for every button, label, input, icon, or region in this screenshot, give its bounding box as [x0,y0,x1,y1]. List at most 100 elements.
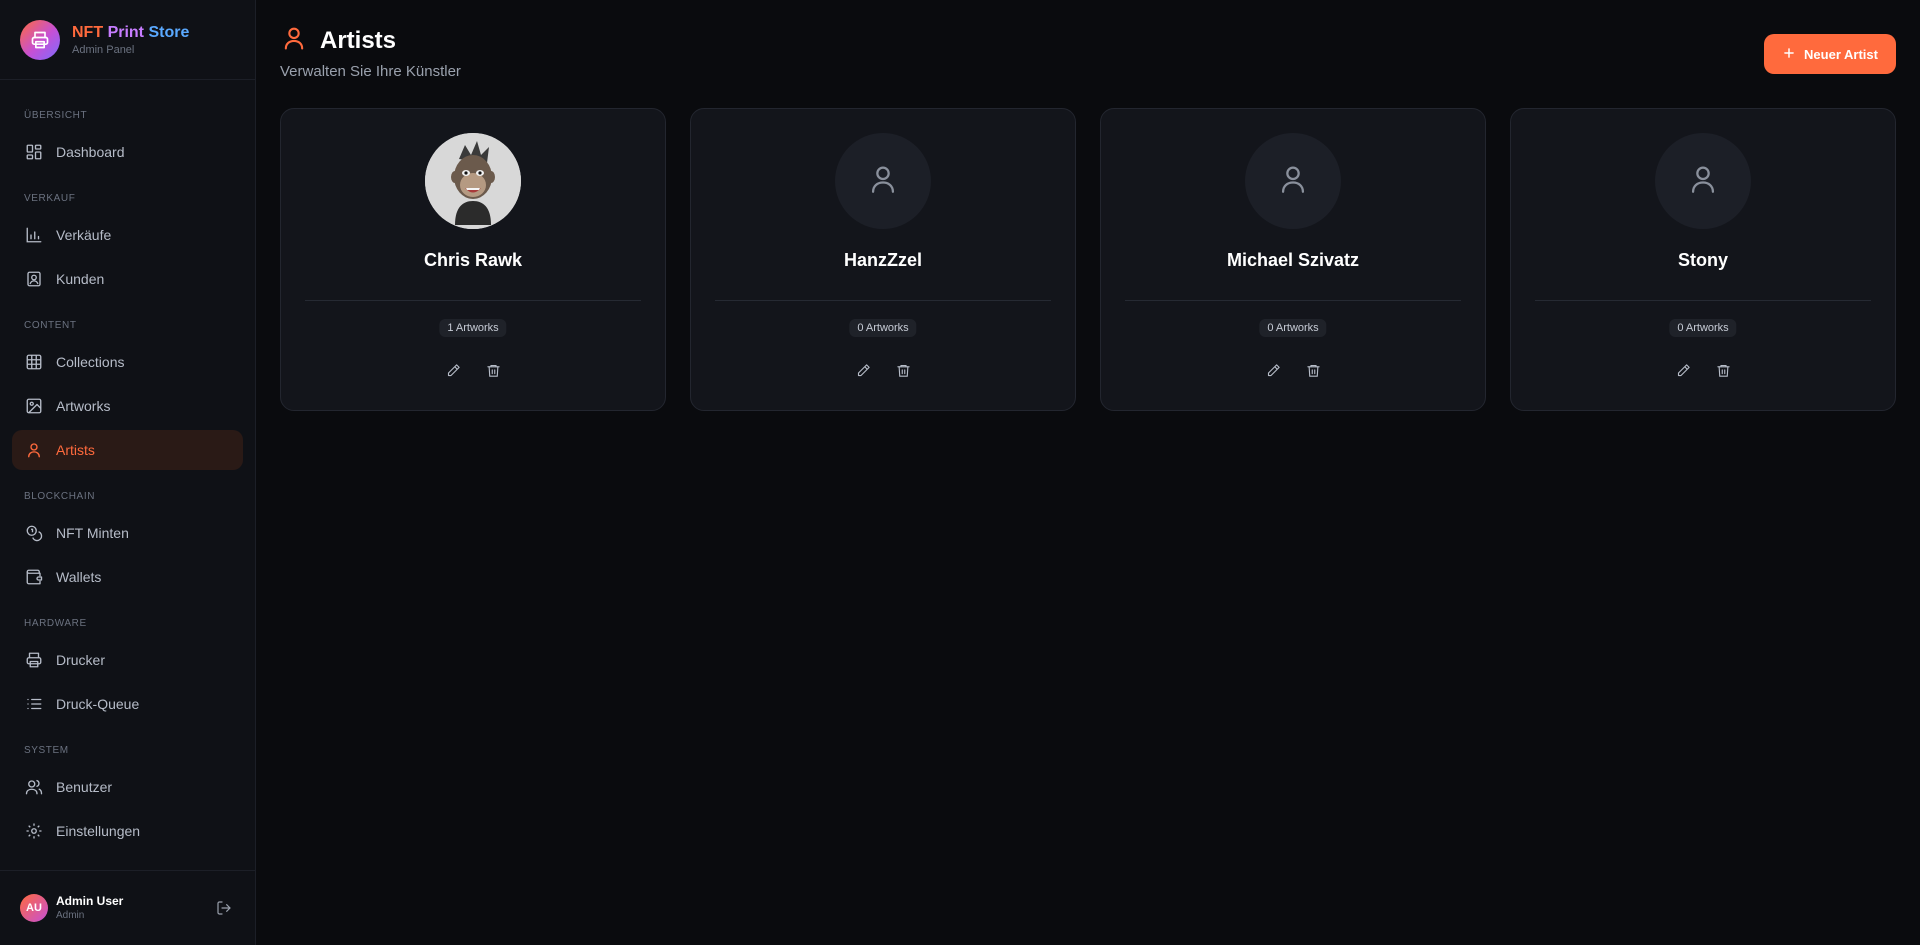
artist-name: HanzZzel [843,250,922,270]
edit-icon[interactable] [1672,359,1694,381]
avatar[interactable]: AU [20,894,48,922]
page-header: Artists [280,24,396,57]
plus-icon [1782,46,1796,63]
sidebar-item-label: Dashboard [56,144,125,160]
artist-avatar-placeholder [1245,133,1341,229]
ape-portrait-icon [425,133,521,229]
user-icon [1686,162,1720,201]
list-icon [24,694,44,714]
artist-card: Chris Rawk 1 Artworks [280,108,666,411]
section-label-system: SYSTEM [24,745,69,756]
brand-title: NFT Print Store [72,23,189,43]
brand[interactable]: NFT Print Store Admin Panel [0,0,255,80]
sidebar-item-dashboard[interactable]: Dashboard [12,132,243,172]
user-icon [866,162,900,201]
gear-icon [24,821,44,841]
artist-card: Stony 0 Artworks [1510,108,1896,411]
main-content: Artists Verwalten Sie Ihre Künstler Neue… [256,0,1920,945]
section-label-content: CONTENT [24,320,77,331]
sidebar-item-label: Collections [56,354,125,370]
new-artist-button[interactable]: Neuer Artist [1764,34,1896,74]
sidebar: NFT Print Store Admin Panel ÜBERSICHT Da… [0,0,256,945]
sidebar-item-label: Artworks [56,398,111,414]
card-actions [1511,359,1895,381]
delete-icon[interactable] [1712,359,1734,381]
sidebar-item-artists[interactable]: Artists [12,430,243,470]
sidebar-item-label: Verkäufe [56,227,112,243]
brand-title-part3: Store [148,23,190,41]
sidebar-item-label: Benutzer [56,779,113,795]
sidebar-item-kunden[interactable]: Kunden [12,259,243,299]
card-actions [691,359,1075,381]
delete-icon[interactable] [892,359,914,381]
artist-avatar-placeholder [835,133,931,229]
coins-icon [24,523,44,543]
sidebar-item-nft-minten[interactable]: NFT Minten [12,513,243,553]
logout-icon[interactable] [212,896,236,920]
artist-avatar-placeholder [1655,133,1751,229]
card-actions [1101,359,1485,381]
sidebar-item-artworks[interactable]: Artworks [12,386,243,426]
divider [1125,300,1461,301]
sidebar-item-label: Druck-Queue [56,696,140,712]
image-icon [24,396,44,416]
sidebar-item-verkaeufe[interactable]: Verkäufe [12,215,243,255]
artist-name: Stony [1677,250,1728,270]
sidebar-item-collections[interactable]: Collections [12,342,243,382]
artist-name: Michael Szivatz [1226,250,1360,270]
printer-logo-icon [20,19,60,60]
wallet-icon [24,567,44,587]
edit-icon[interactable] [852,359,874,381]
artist-photo [425,133,521,229]
artist-card: HanzZzel 0 Artworks [690,108,1076,411]
page-title: Artists [320,26,397,54]
sidebar-item-label: Artists [56,442,95,458]
edit-icon[interactable] [442,359,464,381]
section-label-verkauf: VERKAUF [24,193,76,204]
sidebar-item-benutzer[interactable]: Benutzer [12,767,243,807]
divider [305,300,641,301]
brand-title-part2: Print [107,23,145,41]
artist-name: Chris Rawk [423,250,523,270]
user-icon [280,24,308,57]
delete-icon[interactable] [482,359,504,381]
artwork-count-badge: 0 Artworks [1669,319,1737,337]
artwork-count-badge: 0 Artworks [849,319,917,337]
new-artist-button-label: Neuer Artist [1804,46,1878,62]
divider [1535,300,1871,301]
printer-icon [24,650,44,670]
page-subtitle: Verwalten Sie Ihre Künstler [280,63,461,80]
sidebar-item-label: Kunden [56,271,105,287]
dashboard-icon [24,142,44,162]
user-role: Admin [56,910,85,921]
user-panel: AU Admin User Admin [0,870,256,945]
sidebar-item-label: Drucker [56,652,106,668]
sidebar-item-einstellungen[interactable]: Einstellungen [12,811,243,851]
brand-subtitle: Admin Panel [72,43,135,56]
grid-icon [24,352,44,372]
bar-chart-icon [24,225,44,245]
sidebar-item-druck-queue[interactable]: Druck-Queue [12,684,243,724]
artwork-count-badge: 0 Artworks [1259,319,1327,337]
users-icon [24,777,44,797]
sidebar-item-label: Einstellungen [56,823,141,839]
artwork-count-badge: 1 Artworks [439,319,507,337]
sidebar-item-label: NFT Minten [56,525,129,541]
sidebar-item-label: Wallets [56,569,102,585]
user-icon [24,440,44,460]
divider [715,300,1051,301]
user-icon [1276,162,1310,201]
sidebar-item-wallets[interactable]: Wallets [12,557,243,597]
edit-icon[interactable] [1262,359,1284,381]
brand-title-part1: NFT [72,23,104,41]
artist-card: Michael Szivatz 0 Artworks [1100,108,1486,411]
section-label-blockchain: BLOCKCHAIN [24,491,96,502]
contact-card-icon [24,269,44,289]
user-name: Admin User [56,894,124,908]
delete-icon[interactable] [1302,359,1324,381]
sidebar-item-drucker[interactable]: Drucker [12,640,243,680]
artist-grid: Chris Rawk 1 Artworks HanzZzel 0 Artwork… [280,108,1896,411]
section-label-hardware: HARDWARE [24,618,87,629]
section-label-uebersicht: ÜBERSICHT [24,110,88,121]
card-actions [281,359,665,381]
